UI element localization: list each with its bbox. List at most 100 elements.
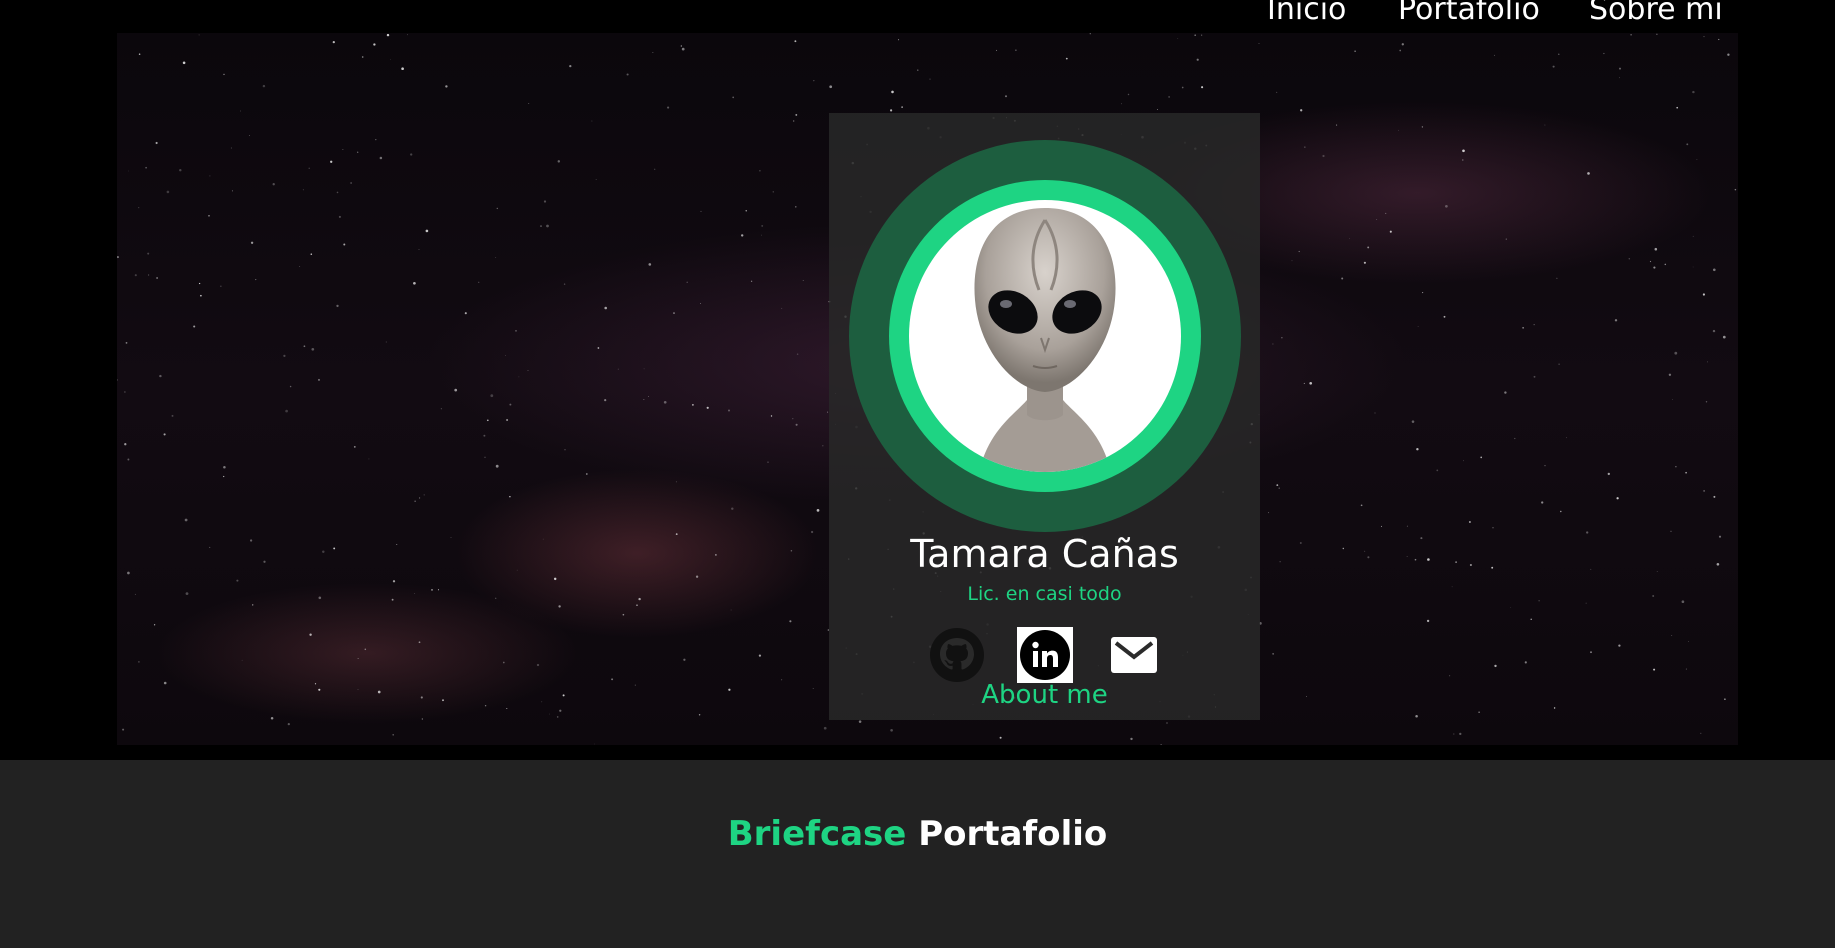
star xyxy=(1522,327,1524,329)
star xyxy=(634,684,636,686)
star xyxy=(1177,38,1179,39)
star xyxy=(1300,109,1303,112)
github-icon xyxy=(930,628,984,682)
star xyxy=(342,148,344,150)
star xyxy=(1015,49,1017,51)
star xyxy=(1674,351,1678,355)
star xyxy=(559,709,562,712)
star xyxy=(698,714,701,716)
star xyxy=(1630,33,1632,36)
star xyxy=(929,78,931,80)
star xyxy=(1664,263,1667,266)
star xyxy=(1656,570,1658,572)
star xyxy=(1459,732,1462,736)
star xyxy=(1703,36,1705,38)
star xyxy=(250,241,254,244)
star xyxy=(1734,188,1737,191)
star xyxy=(593,743,595,745)
star xyxy=(1558,363,1560,365)
star xyxy=(396,543,398,545)
star xyxy=(636,604,638,607)
star xyxy=(536,663,540,667)
github-link[interactable] xyxy=(929,627,985,683)
star xyxy=(1505,238,1507,240)
hero-banner: Tamara Cañas Lic. en casi todo About me xyxy=(117,33,1738,745)
star xyxy=(890,109,893,112)
linkedin-link[interactable] xyxy=(1017,627,1073,683)
star xyxy=(1462,149,1465,153)
star xyxy=(898,39,900,41)
star xyxy=(829,85,833,89)
star xyxy=(311,347,315,351)
briefcase-icon: Briefcase xyxy=(727,814,907,854)
star xyxy=(1685,471,1687,474)
star xyxy=(483,434,486,437)
portfolio-section: Briefcase Portafolio xyxy=(0,760,1835,948)
nav-link-inicio[interactable]: Inicio xyxy=(1267,0,1346,30)
star xyxy=(421,718,423,720)
star xyxy=(124,443,127,446)
star xyxy=(1712,329,1716,333)
star xyxy=(1468,521,1471,523)
star xyxy=(1399,49,1402,52)
star xyxy=(1453,733,1455,735)
star xyxy=(1336,124,1338,126)
star xyxy=(1258,42,1260,44)
star xyxy=(1127,93,1130,96)
star xyxy=(648,263,652,266)
star xyxy=(1276,484,1279,487)
star xyxy=(128,170,130,172)
nav-link-sobre-mi[interactable]: Sobre mi xyxy=(1589,0,1723,30)
star xyxy=(518,376,520,378)
star xyxy=(419,497,421,499)
star xyxy=(413,281,416,285)
star xyxy=(890,728,893,732)
star xyxy=(761,234,762,236)
email-link[interactable] xyxy=(1105,627,1161,683)
star xyxy=(1653,668,1656,671)
star xyxy=(303,345,306,348)
star xyxy=(728,409,730,412)
star xyxy=(464,312,467,315)
star xyxy=(338,215,341,218)
star xyxy=(527,370,529,371)
star xyxy=(1696,159,1698,160)
star xyxy=(728,688,731,691)
about-me-link[interactable]: About me xyxy=(829,678,1260,712)
star xyxy=(652,52,654,53)
star xyxy=(252,604,254,606)
star xyxy=(793,120,795,122)
star xyxy=(675,481,677,483)
star xyxy=(562,694,565,697)
star xyxy=(1504,391,1507,394)
star xyxy=(1272,653,1274,655)
star xyxy=(745,210,747,212)
nav-link-portafolio[interactable]: Portafolio xyxy=(1398,0,1540,30)
star xyxy=(486,419,489,422)
social-links xyxy=(829,627,1260,683)
star xyxy=(1436,469,1439,472)
star xyxy=(795,206,797,208)
star xyxy=(1166,722,1168,724)
star xyxy=(792,418,794,420)
star xyxy=(1716,562,1720,566)
star xyxy=(1363,261,1366,264)
star xyxy=(813,80,815,82)
star xyxy=(490,394,494,398)
star xyxy=(891,90,894,94)
star xyxy=(134,593,136,595)
star xyxy=(262,84,266,88)
star xyxy=(392,734,394,736)
star xyxy=(220,285,222,287)
star xyxy=(1692,90,1695,94)
star xyxy=(495,464,499,468)
star xyxy=(484,456,486,458)
star xyxy=(604,306,607,310)
star xyxy=(117,256,119,259)
star xyxy=(1389,230,1392,233)
star xyxy=(996,49,998,51)
star xyxy=(816,509,820,512)
star xyxy=(333,547,336,550)
star xyxy=(283,354,286,358)
star xyxy=(1718,535,1722,538)
